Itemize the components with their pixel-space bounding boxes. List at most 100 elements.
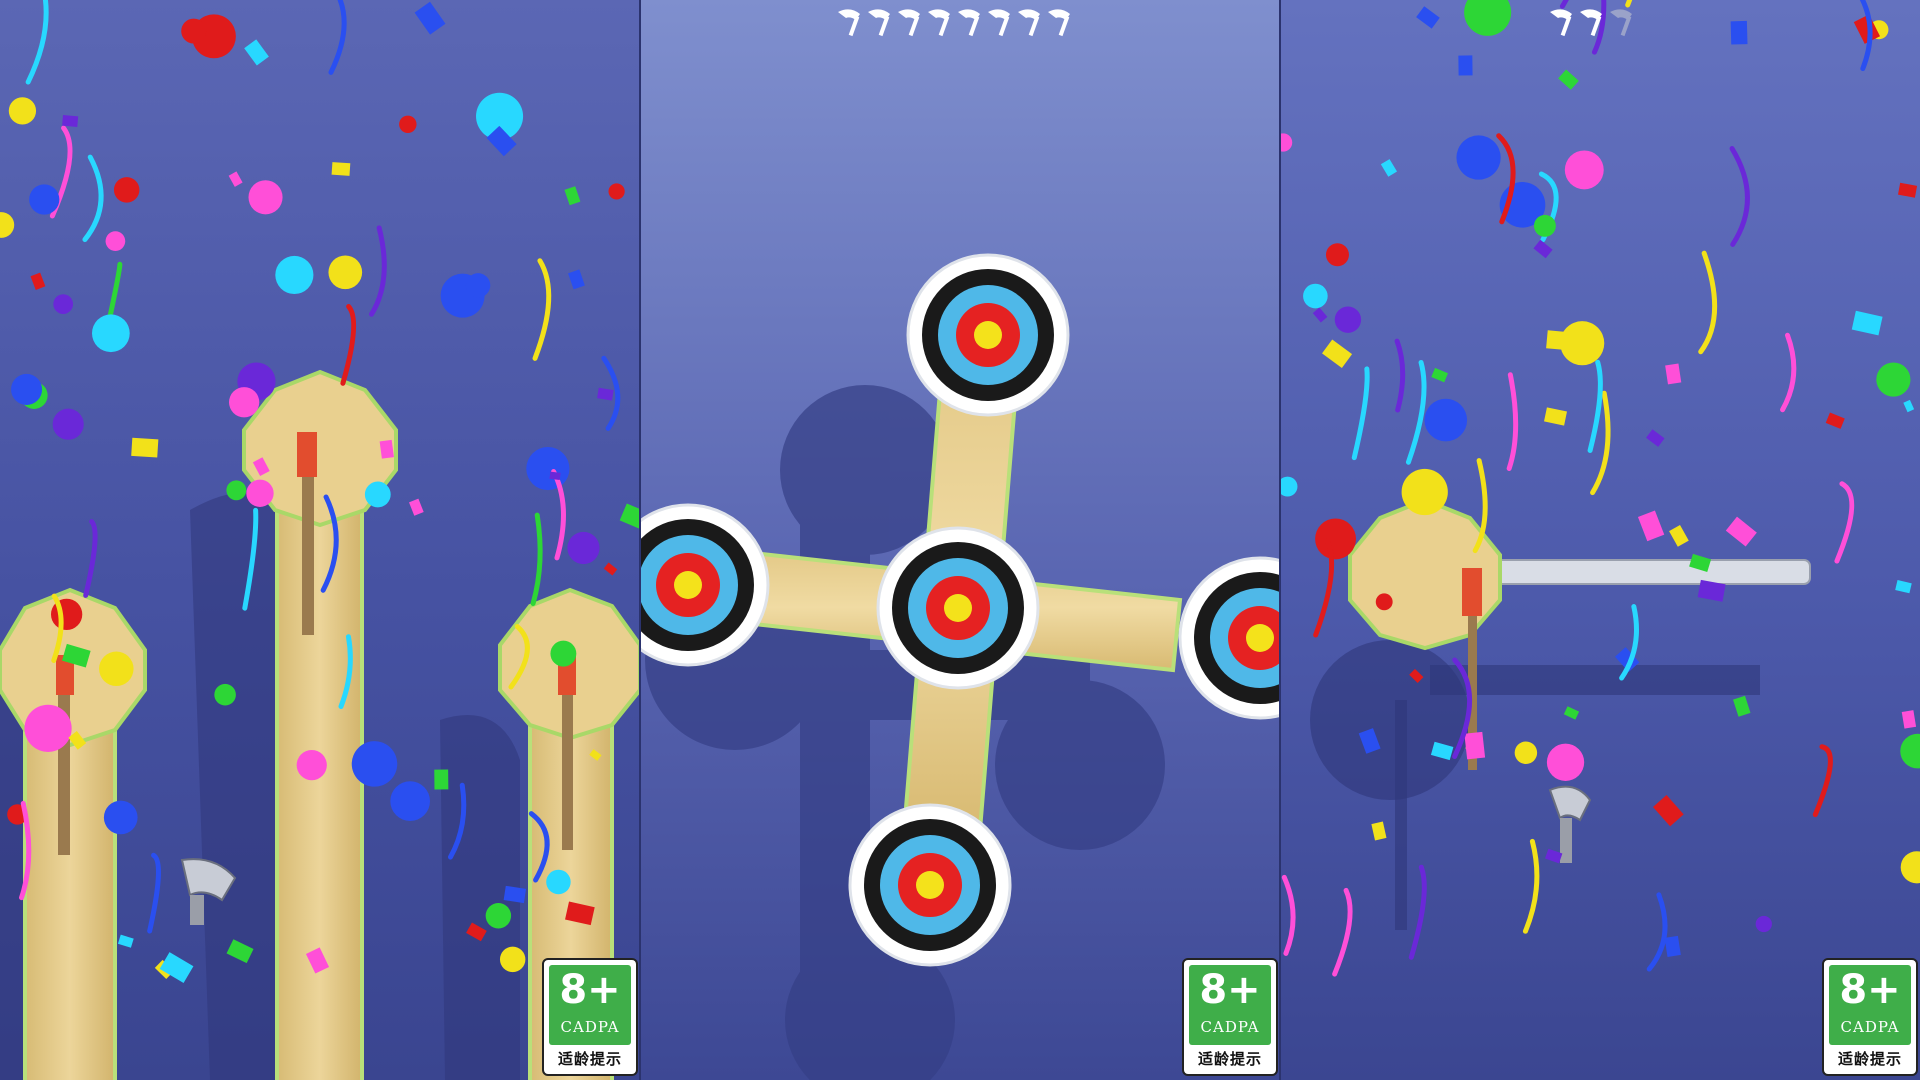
target-icon: [1178, 556, 1280, 720]
confetti-piece: [1312, 307, 1328, 323]
confetti-streamer: [1506, 372, 1519, 472]
confetti-piece: [1665, 363, 1682, 385]
confetti-piece: [1637, 510, 1665, 542]
confetti-dot: [526, 446, 570, 491]
confetti-piece: [1733, 695, 1751, 717]
confetti-piece: [1533, 239, 1553, 259]
confetti-piece: [1646, 429, 1665, 447]
confetti-dot: [499, 946, 526, 973]
confetti-dot: [1375, 593, 1393, 611]
panel-right: 8+ CADPA 适龄提示: [1280, 0, 1920, 1080]
confetti-dot: [1533, 214, 1556, 237]
confetti-piece: [331, 162, 351, 176]
confetti-streamer: [530, 512, 543, 606]
axe-remaining-icon: [1048, 9, 1070, 37]
confetti-piece: [603, 562, 618, 576]
middle-scene: [640, 253, 1280, 1080]
confetti-dot: [390, 781, 431, 821]
confetti-dot: [1280, 476, 1298, 497]
axe-remaining-icon: [898, 9, 920, 37]
confetti-dot: [105, 231, 126, 251]
axe-remaining-icon: [838, 9, 860, 37]
confetti-dot: [1900, 733, 1920, 769]
bar-shadow: [1430, 665, 1760, 695]
confetti-streamer: [1522, 838, 1540, 934]
confetti-dot: [1401, 468, 1448, 516]
confetti-piece: [131, 437, 159, 458]
axe-remaining-icon: [1018, 9, 1040, 37]
confetti-dot: [1334, 306, 1362, 333]
confetti-dot: [248, 180, 283, 215]
age-rating-badge: 8+ CADPA 适龄提示: [1182, 958, 1278, 1076]
confetti-streamer: [25, 0, 49, 85]
confetti-streamer: [1281, 874, 1296, 956]
confetti-piece: [244, 39, 269, 66]
confetti-dot: [246, 479, 274, 507]
confetti-piece: [379, 439, 394, 459]
age-rating-org: CADPA: [560, 1018, 620, 1036]
confetti-dot: [328, 255, 363, 290]
confetti-piece: [1431, 367, 1448, 383]
confetti-streamer: [1698, 250, 1718, 355]
confetti-streamer: [1729, 146, 1750, 247]
confetti-streamer: [1351, 366, 1370, 461]
confetti-streamer: [1646, 892, 1668, 972]
confetti-dot: [1876, 362, 1911, 397]
confetti-piece: [1458, 55, 1473, 76]
confetti-dot: [364, 481, 391, 508]
axe-remaining-icon: [928, 9, 950, 37]
spinner-shadow: [645, 385, 1165, 1080]
confetti-streamer: [340, 304, 357, 386]
target-icon: [876, 526, 1040, 690]
panel-divider: [639, 0, 641, 1080]
confetti-streamer: [1394, 338, 1406, 413]
confetti-piece: [1669, 524, 1689, 547]
confetti-streamer: [83, 519, 98, 598]
confetti-dot: [1560, 321, 1605, 366]
confetti-piece: [1563, 706, 1580, 720]
confetti-dot: [1900, 851, 1920, 884]
confetti-piece: [1416, 6, 1440, 29]
confetti-piece: [1322, 339, 1353, 368]
axe-shadow: [1395, 700, 1407, 930]
confetti-dot: [99, 651, 134, 687]
confetti-piece: [568, 269, 585, 290]
panel-left: 8+ CADPA 适龄提示: [0, 0, 640, 1080]
confetti-dot: [53, 294, 74, 314]
confetti-piece: [1895, 580, 1912, 594]
axe-remaining-icon: [958, 9, 980, 37]
confetti-dot: [1280, 133, 1293, 152]
axe-remaining-icon: [988, 9, 1010, 37]
confetti-dot: [351, 741, 398, 787]
confetti-piece: [62, 115, 79, 127]
age-rating-age: 8+: [1839, 967, 1901, 1013]
confetti-piece: [117, 934, 134, 948]
confetti-piece: [409, 498, 424, 516]
age-rating-tip: 适龄提示: [557, 1050, 622, 1068]
age-rating-badge: 8+ CADPA 适龄提示: [542, 958, 638, 1076]
confetti-piece: [564, 186, 581, 206]
confetti-streamer: [1408, 864, 1427, 960]
confetti-dot: [275, 255, 314, 295]
confetti-piece: [414, 1, 446, 35]
confetti-dot: [296, 750, 327, 781]
confetti-piece: [1825, 412, 1845, 429]
confetti-dot: [8, 97, 37, 125]
axe-remaining-icon: [1580, 9, 1602, 37]
confetti-dot: [1315, 518, 1356, 560]
confetti-dot: [29, 184, 60, 215]
confetti-piece: [1380, 159, 1398, 177]
confetti-dot: [485, 903, 512, 929]
confetti-dot: [229, 387, 260, 418]
confetti-dot: [181, 18, 207, 44]
panel-divider: [1279, 0, 1281, 1080]
confetti: [1280, 0, 1920, 977]
confetti-dot: [11, 373, 43, 405]
confetti-piece: [30, 272, 46, 290]
confetti-piece: [1730, 20, 1748, 45]
age-rating-tip: 适龄提示: [1197, 1050, 1262, 1068]
confetti-streamer: [1780, 332, 1797, 413]
axe-remaining-icon: [868, 9, 890, 37]
confetti-piece: [1725, 516, 1757, 547]
confetti-dot: [1546, 743, 1585, 781]
